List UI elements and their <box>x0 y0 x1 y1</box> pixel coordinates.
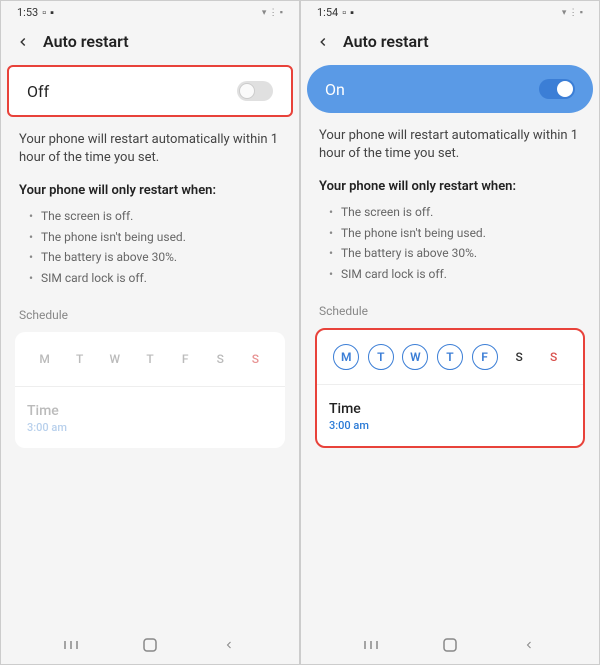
day-sat[interactable]: S <box>207 346 233 372</box>
day-fri[interactable]: F <box>472 344 498 370</box>
day-tue[interactable]: T <box>368 344 394 370</box>
header: Auto restart <box>301 22 599 65</box>
page-title: Auto restart <box>43 32 129 51</box>
status-icon-2: ▪ <box>350 6 354 19</box>
toggle-label: Off <box>27 82 49 101</box>
day-wed[interactable]: W <box>102 346 128 372</box>
nav-recent[interactable] <box>362 636 380 654</box>
time-row[interactable]: Time 3:00 am <box>27 399 273 434</box>
day-tue[interactable]: T <box>67 346 93 372</box>
schedule-heading: Schedule <box>19 308 281 322</box>
description: Your phone will restart automatically wi… <box>319 127 581 163</box>
conditions-list: The screen is off. The phone isn't being… <box>19 206 281 288</box>
day-mon[interactable]: M <box>32 346 58 372</box>
conditions-heading: Your phone will only restart when: <box>319 179 581 194</box>
nav-bar <box>1 622 299 664</box>
condition-item: The phone isn't being used. <box>329 223 581 243</box>
schedule-card: M T W T F S S Time 3:00 am <box>15 332 285 448</box>
back-button[interactable] <box>15 34 31 50</box>
nav-home[interactable] <box>441 636 459 654</box>
content: Your phone will restart automatically wi… <box>301 113 599 622</box>
status-time: 1:53 <box>17 6 38 19</box>
day-mon[interactable]: M <box>333 344 359 370</box>
status-icon-1: ▫ <box>342 6 346 19</box>
time-row[interactable]: Time 3:00 am <box>329 397 571 432</box>
day-sat[interactable]: S <box>506 344 532 370</box>
description: Your phone will restart automatically wi… <box>19 131 281 167</box>
condition-item: The battery is above 30%. <box>329 243 581 263</box>
schedule-card: M T W T F S S Time 3:00 am <box>315 328 585 448</box>
status-time: 1:54 <box>317 6 338 19</box>
content: Your phone will restart automatically wi… <box>1 117 299 622</box>
nav-bar <box>301 622 599 664</box>
phone-right: 1:54 ▫ ▪ ▾ ⋮ ▪ Auto restart On Your phon… <box>300 0 600 665</box>
day-wed[interactable]: W <box>402 344 428 370</box>
nav-back[interactable] <box>520 636 538 654</box>
status-bar: 1:54 ▫ ▪ ▾ ⋮ ▪ <box>301 1 599 22</box>
page-title: Auto restart <box>343 32 429 51</box>
condition-item: The screen is off. <box>29 206 281 226</box>
divider <box>15 386 285 387</box>
days-row: M T W T F S S <box>27 346 273 386</box>
condition-item: The phone isn't being used. <box>29 227 281 247</box>
conditions-heading: Your phone will only restart when: <box>19 183 281 198</box>
time-value: 3:00 am <box>329 419 571 432</box>
toggle-switch[interactable] <box>539 79 575 99</box>
nav-recent[interactable] <box>62 636 80 654</box>
day-sun[interactable]: S <box>541 344 567 370</box>
header: Auto restart <box>1 22 299 65</box>
signal-icon: ▾ ⋮ ▪ <box>262 7 283 18</box>
day-thu[interactable]: T <box>137 346 163 372</box>
nav-back[interactable] <box>220 636 238 654</box>
condition-item: SIM card lock is off. <box>329 264 581 284</box>
time-label: Time <box>27 403 273 419</box>
time-value: 3:00 am <box>27 421 273 434</box>
condition-item: SIM card lock is off. <box>29 268 281 288</box>
condition-item: The screen is off. <box>329 202 581 222</box>
back-button[interactable] <box>315 34 331 50</box>
conditions-list: The screen is off. The phone isn't being… <box>319 202 581 284</box>
day-fri[interactable]: F <box>172 346 198 372</box>
phone-left: 1:53 ▫ ▪ ▾ ⋮ ▪ Auto restart Off Your pho… <box>0 0 300 665</box>
schedule-heading: Schedule <box>319 304 581 318</box>
master-toggle-row[interactable]: On <box>307 65 593 113</box>
status-icon-2: ▪ <box>50 6 54 19</box>
day-sun[interactable]: S <box>242 346 268 372</box>
toggle-label: On <box>325 80 345 99</box>
condition-item: The battery is above 30%. <box>29 247 281 267</box>
status-icon-1: ▫ <box>42 6 46 19</box>
status-bar: 1:53 ▫ ▪ ▾ ⋮ ▪ <box>1 1 299 22</box>
master-toggle-row[interactable]: Off <box>7 65 293 117</box>
signal-icon: ▾ ⋮ ▪ <box>562 7 583 18</box>
time-label: Time <box>329 401 571 417</box>
day-thu[interactable]: T <box>437 344 463 370</box>
divider <box>317 384 583 385</box>
nav-home[interactable] <box>141 636 159 654</box>
toggle-switch[interactable] <box>237 81 273 101</box>
days-row: M T W T F S S <box>329 344 571 384</box>
